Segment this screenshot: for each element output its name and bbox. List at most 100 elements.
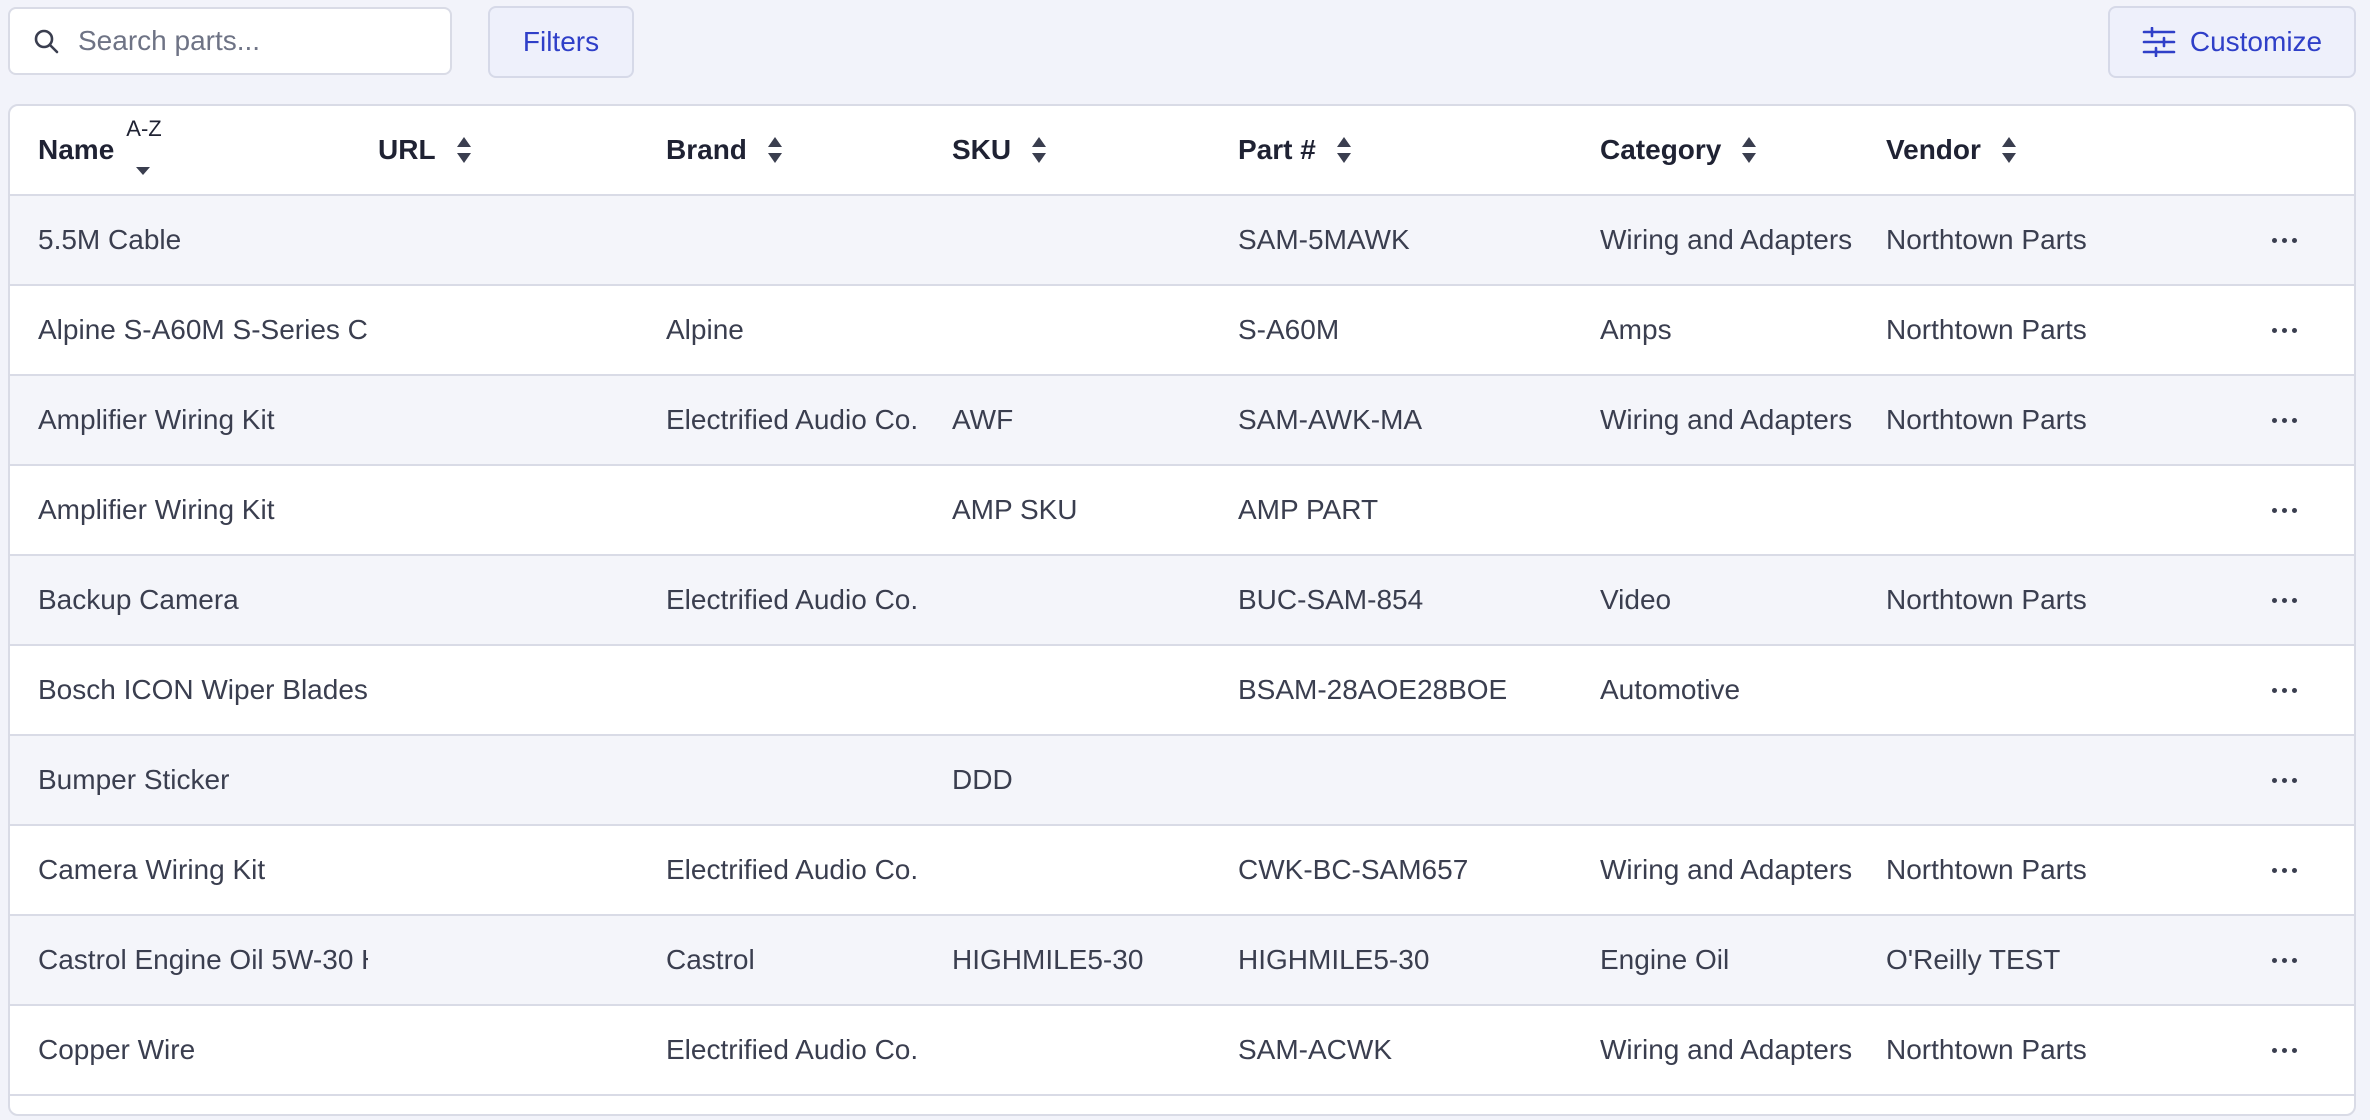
cell-category: Engine Oil bbox=[1600, 944, 1730, 975]
more-icon[interactable] bbox=[2262, 404, 2306, 436]
sort-icon bbox=[456, 135, 472, 165]
more-icon[interactable] bbox=[2262, 224, 2306, 256]
cell-category: Wiring and Adapters bbox=[1600, 224, 1853, 255]
cell-brand bbox=[666, 196, 944, 284]
cell-part-number: S-A60M bbox=[1238, 314, 1340, 345]
cell-name: Copper Wire bbox=[38, 1034, 196, 1065]
customize-button[interactable]: Customize bbox=[2108, 6, 2356, 78]
cell-vendor: O'Reilly TEST bbox=[1886, 944, 2061, 975]
cell-category: Wiring and Adapters bbox=[1600, 1034, 1853, 1065]
cell-sku bbox=[952, 1006, 1230, 1094]
cell-sku bbox=[952, 196, 1230, 284]
cell-sku bbox=[952, 646, 1230, 734]
search-box[interactable] bbox=[8, 7, 452, 75]
cell-name: Castrol Engine Oil 5W-30 H bbox=[38, 944, 368, 975]
more-icon[interactable] bbox=[2262, 1034, 2306, 1066]
cell-brand bbox=[666, 736, 944, 824]
caret-down-icon bbox=[136, 150, 151, 182]
cell-brand: Electrified Audio Co. bbox=[666, 404, 919, 435]
more-icon[interactable] bbox=[2262, 314, 2306, 346]
table-row[interactable]: Castrol Engine Oil 5W-30 H Castrol HIGHM… bbox=[10, 916, 2354, 1006]
cell-name: Backup Camera bbox=[38, 584, 239, 615]
cell-brand bbox=[666, 646, 944, 734]
cell-sku: DDD bbox=[952, 764, 1013, 795]
column-header-label: SKU bbox=[952, 134, 1012, 165]
table-row[interactable]: Backup Camera Electrified Audio Co. BUC-… bbox=[10, 556, 2354, 646]
sort-icon bbox=[767, 135, 783, 165]
cell-part-number: BUC-SAM-854 bbox=[1238, 584, 1424, 615]
more-icon[interactable] bbox=[2262, 764, 2306, 796]
more-icon[interactable] bbox=[2262, 854, 2306, 886]
cell-url bbox=[378, 736, 668, 824]
cell-name: Amplifier Wiring Kit bbox=[38, 404, 275, 435]
column-header-vendor[interactable]: Vendor bbox=[1886, 106, 2017, 194]
cell-sku bbox=[952, 286, 1230, 374]
table-row[interactable]: Alpine S-A60M S-Series Cl Alpine S-A60M … bbox=[10, 286, 2354, 376]
cell-sku: AWF bbox=[952, 404, 1014, 435]
column-header-name[interactable]: Name A-Z bbox=[38, 106, 166, 194]
cell-url bbox=[378, 376, 668, 464]
cell-part-number: BSAM-28AOE28BOE bbox=[1238, 674, 1508, 705]
cell-category bbox=[1600, 736, 1880, 824]
cell-url bbox=[378, 646, 668, 734]
cell-vendor bbox=[1886, 736, 2166, 824]
column-header-label: Vendor bbox=[1886, 134, 1981, 165]
table-row[interactable]: 5.5M Cable SAM-5MAWK Wiring and Adapters… bbox=[10, 196, 2354, 286]
table-row[interactable]: Bosch ICON Wiper Blades BSAM-28AOE28BOE … bbox=[10, 646, 2354, 736]
cell-url bbox=[378, 196, 668, 284]
cell-part-number: AMP PART bbox=[1238, 494, 1379, 525]
column-header-category[interactable]: Category bbox=[1600, 106, 1757, 194]
cell-part-number bbox=[1238, 736, 1588, 824]
more-icon[interactable] bbox=[2262, 944, 2306, 976]
column-header-label: Name bbox=[38, 134, 115, 165]
sort-az-indicator: A-Z bbox=[126, 116, 166, 175]
cell-brand: Electrified Audio Co. bbox=[666, 1034, 919, 1065]
cell-brand: Electrified Audio Co. bbox=[666, 584, 919, 615]
cell-name: Alpine S-A60M S-Series Cl bbox=[38, 314, 368, 345]
column-header-label: Part # bbox=[1238, 134, 1316, 165]
cell-category bbox=[1600, 466, 1880, 554]
search-icon bbox=[32, 27, 60, 55]
column-header-label: URL bbox=[378, 134, 436, 165]
column-header-sku[interactable]: SKU bbox=[952, 106, 1047, 194]
cell-sku: HIGHMILE5-30 bbox=[952, 944, 1144, 975]
table-row[interactable]: Bumper Sticker DDD bbox=[10, 736, 2354, 826]
cell-brand: Electrified Audio Co. bbox=[666, 854, 919, 885]
table-row[interactable]: Camera Wiring Kit Electrified Audio Co. … bbox=[10, 826, 2354, 916]
cell-category: Amps bbox=[1600, 314, 1672, 345]
filters-button[interactable]: Filters bbox=[488, 6, 634, 78]
table-header: Name A-Z URL Brand SKU Part # Category V… bbox=[10, 106, 2354, 196]
cell-url bbox=[378, 916, 668, 1004]
more-icon[interactable] bbox=[2262, 584, 2306, 616]
cell-vendor: Northtown Parts bbox=[1886, 314, 2087, 345]
sort-icon bbox=[1741, 135, 1757, 165]
search-input[interactable] bbox=[76, 24, 440, 58]
customize-button-label: Customize bbox=[2189, 26, 2323, 57]
cell-name: Amplifier Wiring Kit bbox=[38, 494, 275, 525]
cell-category: Video bbox=[1600, 584, 1672, 615]
column-header-label: Brand bbox=[666, 134, 747, 165]
cell-part-number: SAM-ACWK bbox=[1238, 1034, 1392, 1065]
table-row[interactable]: Copper Wire Electrified Audio Co. SAM-AC… bbox=[10, 1006, 2354, 1096]
cell-vendor: Northtown Parts bbox=[1886, 404, 2087, 435]
more-icon[interactable] bbox=[2262, 674, 2306, 706]
cell-category: Wiring and Adapters bbox=[1600, 404, 1853, 435]
cell-url bbox=[378, 1006, 668, 1094]
parts-table: Name A-Z URL Brand SKU Part # Category V… bbox=[8, 104, 2356, 1116]
cell-url bbox=[378, 286, 668, 374]
cell-vendor: Northtown Parts bbox=[1886, 224, 2087, 255]
column-header-brand[interactable]: Brand bbox=[666, 106, 783, 194]
table-row[interactable]: Amplifier Wiring Kit Electrified Audio C… bbox=[10, 376, 2354, 466]
cell-brand: Alpine bbox=[666, 314, 744, 345]
cell-name: Camera Wiring Kit bbox=[38, 854, 266, 885]
cell-url bbox=[378, 466, 668, 554]
table-row[interactable]: Amplifier Wiring Kit AMP SKU AMP PART bbox=[10, 466, 2354, 556]
toolbar: Filters Customize bbox=[0, 0, 2370, 98]
cell-part-number: SAM-5MAWK bbox=[1238, 224, 1410, 255]
cell-vendor: Northtown Parts bbox=[1886, 1034, 2087, 1065]
cell-brand bbox=[666, 466, 944, 554]
column-header-url[interactable]: URL bbox=[378, 106, 472, 194]
column-header-part[interactable]: Part # bbox=[1238, 106, 1352, 194]
sort-icon bbox=[2001, 135, 2017, 165]
more-icon[interactable] bbox=[2262, 494, 2306, 526]
